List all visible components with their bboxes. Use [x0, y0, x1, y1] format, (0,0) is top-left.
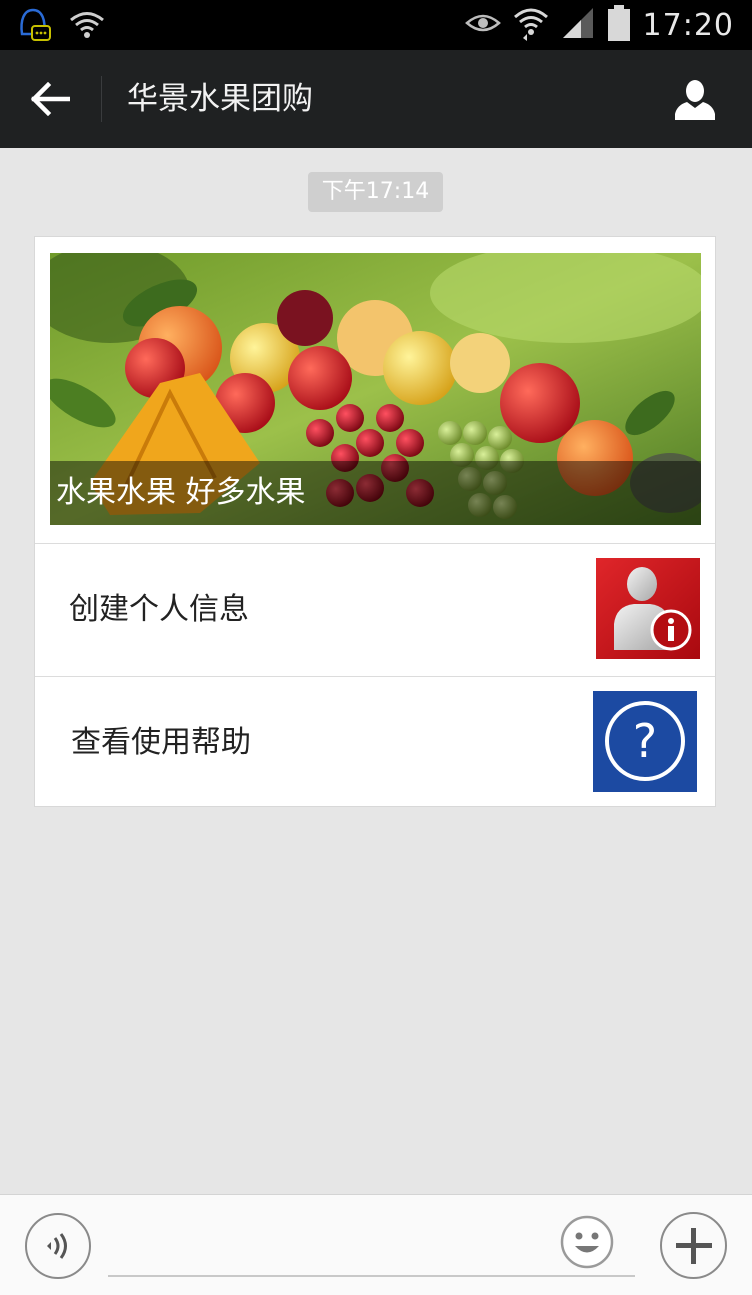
more-button[interactable]	[660, 1212, 727, 1279]
back-button[interactable]	[22, 74, 78, 124]
clock: 17:20	[642, 7, 734, 43]
banner-article[interactable]: 水果水果 好多水果	[50, 253, 701, 525]
title-bar: 华景水果团购	[0, 50, 752, 148]
article-card: 水果水果 好多水果 创建个人信息 查看使用帮助 ?	[34, 236, 716, 807]
message-timestamp: 下午17:14	[308, 172, 443, 212]
menu-item-label: 创建个人信息	[69, 592, 249, 627]
voice-icon	[47, 1233, 67, 1259]
menu-item-label: 查看使用帮助	[71, 725, 251, 760]
emoji-button[interactable]	[560, 1215, 614, 1269]
battery-icon	[607, 4, 631, 46]
person-icon	[675, 80, 715, 120]
svg-text:?: ?	[633, 714, 657, 768]
banner-caption: 水果水果 好多水果	[50, 461, 701, 525]
user-info-icon	[596, 558, 700, 659]
voice-button[interactable]	[25, 1213, 91, 1279]
menu-item-create-profile[interactable]: 创建个人信息	[35, 544, 715, 676]
qq-notification-icon	[14, 6, 52, 48]
back-arrow-icon	[30, 82, 70, 116]
input-bar	[0, 1194, 752, 1295]
message-input[interactable]	[108, 1215, 635, 1277]
menu-item-help[interactable]: 查看使用帮助 ?	[35, 677, 715, 809]
wifi-signal-icon	[68, 10, 106, 44]
wifi-icon	[513, 5, 549, 45]
profile-button[interactable]	[670, 74, 720, 124]
eye-icon	[464, 11, 501, 39]
cellular-signal-icon	[561, 6, 595, 44]
status-bar: 17:20	[0, 0, 752, 50]
title-separator	[101, 76, 102, 122]
help-question-icon: ?	[593, 691, 697, 792]
emoji-icon	[560, 1215, 614, 1269]
plus-icon	[675, 1227, 712, 1264]
page-title: 华景水果团购	[127, 81, 313, 117]
